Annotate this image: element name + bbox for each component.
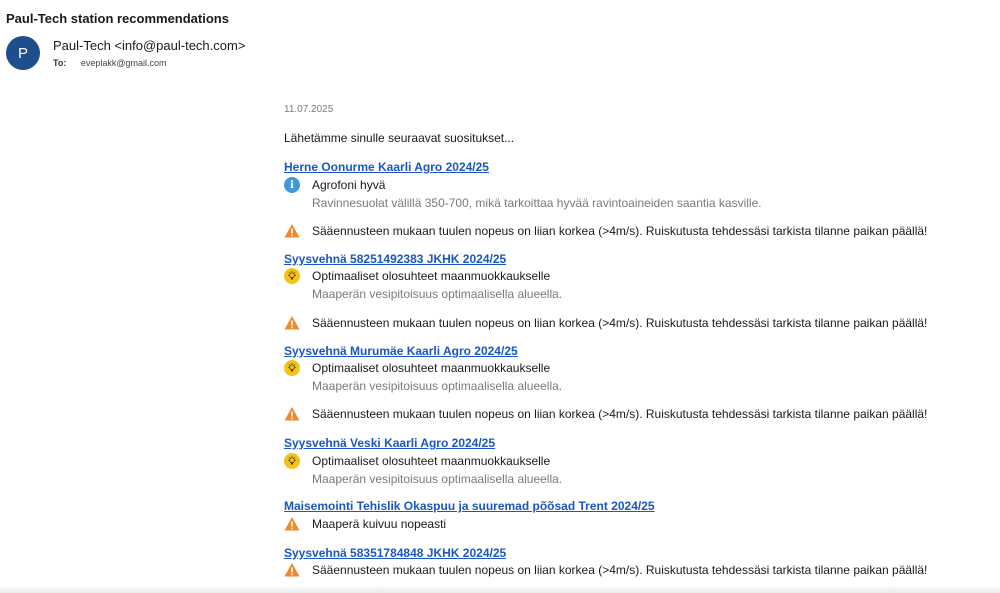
lightbulb-icon	[284, 268, 300, 284]
scroll-fade	[0, 585, 1000, 593]
recommendation: i Agrofoni hyvä Ravinnesuolat välillä 35…	[284, 177, 762, 211]
field-title-link[interactable]: Syysvehnä Veski Kaarli Agro 2024/25	[284, 436, 495, 450]
warning-icon	[284, 563, 300, 577]
email-subject: Paul-Tech station recommendations	[6, 11, 229, 26]
recommendation-title: Agrofoni hyvä	[312, 178, 386, 192]
intro-text: Lähetämme sinulle seuraavat suositukset.…	[284, 131, 515, 145]
recipient-row: To: eveplakk@gmail.com	[53, 58, 167, 68]
recommendation: Sääennusteen mukaan tuulen nopeus on lii…	[284, 562, 927, 578]
recommendation: Optimaaliset olosuhteet maanmuokkauksell…	[284, 268, 562, 302]
recipient-address[interactable]: eveplakk@gmail.com	[81, 58, 167, 68]
recommendation: Sääennusteen mukaan tuulen nopeus on lii…	[284, 223, 927, 239]
info-icon: i	[284, 177, 300, 193]
warning-icon	[284, 224, 300, 238]
recommendation: Optimaaliset olosuhteet maanmuokkauksell…	[284, 360, 562, 394]
recommendation-detail: Maaperän vesipitoisuus optimaalisella al…	[312, 379, 563, 393]
recommendation: Maaperä kuivuu nopeasti	[284, 516, 446, 532]
recommendation-title: Sääennusteen mukaan tuulen nopeus on lii…	[312, 316, 928, 330]
lightbulb-icon	[284, 453, 300, 469]
recommendation-title: Maaperä kuivuu nopeasti	[312, 517, 447, 531]
recommendation: Optimaaliset olosuhteet maanmuokkauksell…	[284, 453, 562, 487]
recommendation: Sääennusteen mukaan tuulen nopeus on lii…	[284, 315, 927, 331]
to-label: To:	[53, 58, 67, 68]
field-title-link[interactable]: Syysvehnä 58351784848 JKHK 2024/25	[284, 546, 506, 560]
sender[interactable]: Paul-Tech <info@paul-tech.com>	[53, 38, 245, 53]
recommendation: Sääennusteen mukaan tuulen nopeus on lii…	[284, 406, 927, 422]
recommendation-title: Sääennusteen mukaan tuulen nopeus on lii…	[312, 563, 928, 577]
recommendation-title: Optimaaliset olosuhteet maanmuokkauksell…	[312, 361, 551, 375]
recommendation-detail: Maaperän vesipitoisuus optimaalisella al…	[312, 472, 563, 486]
field-title-link[interactable]: Syysvehnä Murumäe Kaarli Agro 2024/25	[284, 344, 518, 358]
warning-icon	[284, 407, 300, 421]
recommendation-detail: Maaperän vesipitoisuus optimaalisella al…	[312, 287, 563, 301]
recommendation-title: Optimaaliset olosuhteet maanmuokkauksell…	[312, 269, 551, 283]
lightbulb-icon	[284, 360, 300, 376]
field-title-link[interactable]: Herne Oonurme Kaarli Agro 2024/25	[284, 160, 489, 174]
avatar[interactable]: P	[6, 36, 40, 70]
recommendation-title: Sääennusteen mukaan tuulen nopeus on lii…	[312, 407, 928, 421]
recommendation-title: Sääennusteen mukaan tuulen nopeus on lii…	[312, 224, 928, 238]
recommendation-detail: Ravinnesuolat välillä 350-700, mikä tark…	[312, 196, 762, 210]
recommendation-title: Optimaaliset olosuhteet maanmuokkauksell…	[312, 454, 551, 468]
warning-icon	[284, 316, 300, 330]
field-title-link[interactable]: Syysvehnä 58251492383 JKHK 2024/25	[284, 252, 506, 266]
warning-icon	[284, 517, 300, 531]
field-title-link[interactable]: Maisemointi Tehislik Okaspuu ja suuremad…	[284, 499, 655, 513]
email-date: 11.07.2025	[284, 104, 334, 115]
